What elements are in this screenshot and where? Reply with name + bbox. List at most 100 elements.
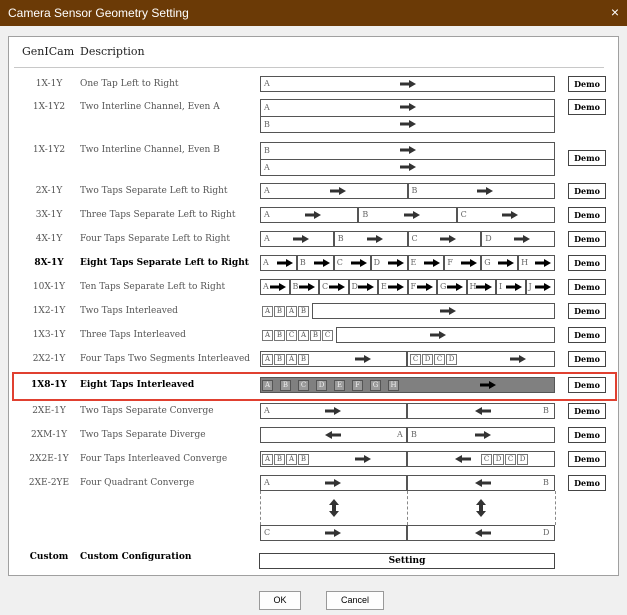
- demo-button[interactable]: Demo: [568, 183, 606, 199]
- demo-button[interactable]: Demo: [568, 99, 606, 115]
- arrow-right-icon: [276, 259, 293, 267]
- tap-label: A: [264, 79, 270, 88]
- tap-label: H: [521, 258, 529, 267]
- tap-label: A: [263, 258, 269, 267]
- tap-label: F: [410, 282, 417, 291]
- demo-button[interactable]: Demo: [568, 475, 606, 491]
- arrow-right-icon: [325, 407, 341, 415]
- demo-button[interactable]: Demo: [568, 427, 606, 443]
- geometry-code: 1X-1Y2: [32, 145, 66, 155]
- geometry-code: 10X-1Y: [32, 282, 66, 292]
- tap-box: D: [446, 354, 457, 365]
- geometry-description: Four Taps Two Segments Interleaved: [80, 354, 251, 364]
- arrow-right-icon: [292, 235, 309, 243]
- arrow-left-icon: [325, 431, 341, 439]
- arrow-left-icon: [475, 407, 491, 415]
- tap-label: B: [292, 282, 299, 291]
- demo-button[interactable]: Demo: [568, 207, 606, 223]
- arrow-right-icon: [355, 355, 371, 363]
- tap-label: C: [336, 258, 343, 267]
- tap-box: C: [410, 354, 421, 365]
- tap-box: B: [298, 454, 309, 465]
- demo-button[interactable]: Demo: [568, 327, 606, 343]
- tap-label: A: [264, 163, 270, 172]
- geometry-description: Two Taps Interleaved: [80, 306, 178, 316]
- tap-box: C: [481, 454, 492, 465]
- geometry-code: 8X-1Y: [34, 258, 64, 268]
- geometry-description: Two Interline Channel, Even B: [80, 145, 220, 155]
- title-bar: Camera Sensor Geometry Setting ×: [0, 0, 627, 26]
- demo-button[interactable]: Demo: [568, 150, 606, 166]
- arrow-right-icon: [313, 259, 330, 267]
- close-icon[interactable]: ×: [611, 4, 619, 20]
- cancel-button[interactable]: Cancel: [326, 591, 384, 610]
- geometry-description: Two Taps Separate Converge: [80, 406, 214, 416]
- tap-box: B: [298, 354, 309, 365]
- ok-button[interactable]: OK: [259, 591, 301, 610]
- tap-box: A: [262, 354, 273, 365]
- geometry-code: 1X2-1Y: [32, 306, 66, 316]
- demo-button[interactable]: Demo: [568, 255, 606, 271]
- tap-label: E: [410, 258, 417, 267]
- tap-box: A: [262, 306, 273, 317]
- tap-label: I: [499, 282, 503, 291]
- quadrant-divider: [260, 491, 261, 525]
- arrow-right-icon: [325, 479, 341, 487]
- geometry-code: 2X2E-1Y: [29, 454, 69, 464]
- tap-box: A: [262, 454, 273, 465]
- arrow-right-icon: [366, 235, 383, 243]
- tap-box: B: [274, 330, 285, 341]
- arrow-right-icon: [446, 283, 463, 291]
- tap-label: A: [264, 210, 270, 219]
- header-divider: [14, 67, 604, 68]
- tap-box: D: [493, 454, 504, 465]
- setting-button[interactable]: Setting: [259, 553, 555, 569]
- arrow-right-icon: [498, 259, 515, 267]
- geometry-code: 1X3-1Y: [32, 330, 66, 340]
- tap-box: D: [422, 354, 433, 365]
- tap-label: A: [264, 234, 270, 243]
- geometry-code: 2XM-1Y: [30, 430, 68, 440]
- custom-description: Custom Configuration: [80, 552, 192, 562]
- demo-button[interactable]: Demo: [568, 451, 606, 467]
- tap-label: G: [484, 258, 491, 267]
- arrow-right-icon: [350, 259, 367, 267]
- tap-box: D: [517, 454, 528, 465]
- selection-highlight: [12, 372, 617, 401]
- geometry-code: 2XE-2YE: [28, 478, 70, 488]
- tap-box: A: [298, 330, 309, 341]
- geometry-description: Two Interline Channel, Even A: [80, 102, 220, 112]
- demo-button[interactable]: Demo: [568, 403, 606, 419]
- geometry-description: Two Taps Separate Diverge: [80, 430, 206, 440]
- arrow-up-down-icon: [476, 499, 486, 517]
- tap-box: A: [262, 330, 273, 341]
- geometry-description: Four Taps Separate Left to Right: [80, 234, 230, 244]
- tap-label: A: [264, 406, 270, 415]
- arrow-right-icon: [325, 529, 341, 537]
- arrow-right-icon: [440, 307, 456, 315]
- arrow-right-icon: [501, 211, 518, 219]
- tap-label: A: [264, 478, 270, 487]
- tap-box: C: [505, 454, 516, 465]
- demo-button[interactable]: Demo: [568, 279, 606, 295]
- arrow-right-icon: [440, 235, 457, 243]
- demo-button[interactable]: Demo: [568, 231, 606, 247]
- demo-button[interactable]: Demo: [568, 351, 606, 367]
- tap-label: B: [264, 146, 270, 155]
- arrow-right-icon: [400, 146, 416, 154]
- tap-label: B: [362, 210, 369, 219]
- tap-box: B: [274, 454, 285, 465]
- tap-segment: [312, 303, 555, 319]
- arrow-right-icon: [417, 283, 433, 291]
- arrow-right-icon: [400, 103, 416, 111]
- arrow-right-icon: [424, 259, 441, 267]
- arrow-left-icon: [475, 479, 491, 487]
- demo-button[interactable]: Demo: [568, 76, 606, 92]
- quadrant-divider: [407, 491, 408, 525]
- tap-label: C: [411, 234, 418, 243]
- tap-box: C: [434, 354, 445, 365]
- geometry-code: 2XE-1Y: [32, 406, 66, 416]
- arrow-right-icon: [299, 283, 315, 291]
- tap-label: B: [337, 234, 344, 243]
- demo-button[interactable]: Demo: [568, 303, 606, 319]
